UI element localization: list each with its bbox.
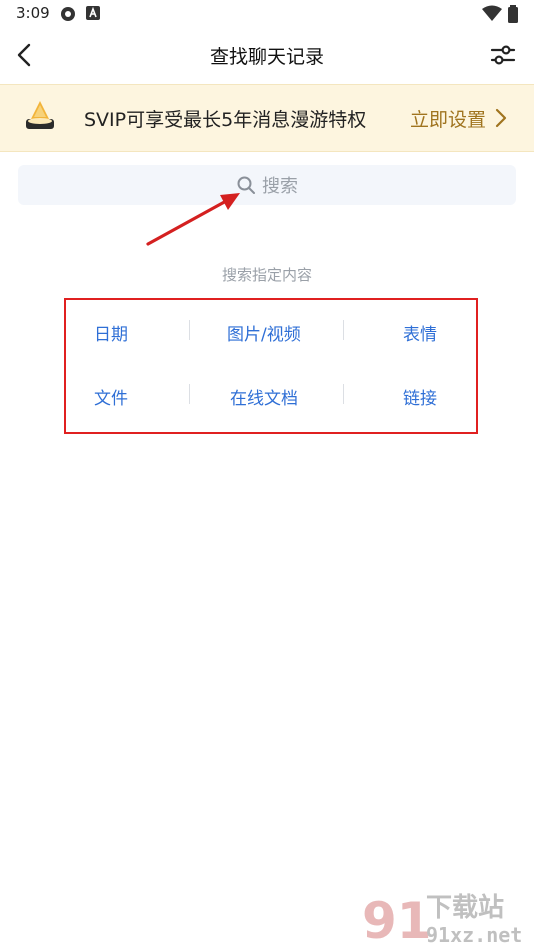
search-content: 搜索 — [18, 165, 516, 205]
chevron-right-icon — [495, 108, 507, 128]
category-date[interactable]: 日期 — [94, 320, 128, 345]
divider — [343, 320, 344, 340]
vip-setup-link[interactable]: 立即设置 — [410, 105, 486, 132]
watermark-title: 下载站 — [426, 893, 504, 923]
watermark-logo-mark: 91 — [362, 892, 432, 948]
vip-banner-text: SVIP可享受最长5年消息漫游特权 — [84, 109, 367, 131]
search-category-grid: 日期 图片/视频 表情 文件 在线文档 链接 — [64, 298, 478, 434]
search-placeholder: 搜索 — [262, 176, 298, 197]
category-file[interactable]: 文件 — [94, 384, 128, 409]
divider — [189, 320, 190, 340]
annotation-arrow-icon — [146, 193, 240, 246]
sliders-icon[interactable] — [488, 40, 518, 70]
nav-bar: 查找聊天记录 — [0, 28, 534, 82]
search-input[interactable]: 搜索 — [18, 165, 516, 205]
wifi-icon — [482, 5, 502, 21]
search-category-label: 搜索指定内容 — [221, 266, 312, 284]
sync-icon — [61, 7, 75, 21]
battery-icon — [508, 5, 518, 23]
vip-crown-icon — [26, 101, 54, 129]
category-image-video[interactable]: 图片/视频 — [227, 320, 301, 345]
a-badge-icon — [86, 6, 100, 20]
divider — [343, 384, 344, 404]
status-time: 3:09 — [16, 4, 50, 22]
watermark-url: 91xz.net — [426, 923, 522, 947]
category-link[interactable]: 链接 — [403, 384, 437, 409]
watermark-logo: 91 下载站 91xz.net — [362, 892, 522, 948]
status-bar: 3:09 — [0, 0, 534, 28]
vip-banner[interactable]: SVIP可享受最长5年消息漫游特权 立即设置 — [0, 84, 534, 152]
divider — [189, 384, 190, 404]
category-emoji[interactable]: 表情 — [403, 320, 437, 345]
category-online-doc[interactable]: 在线文档 — [230, 384, 298, 409]
page-title: 查找聊天记录 — [209, 46, 324, 68]
